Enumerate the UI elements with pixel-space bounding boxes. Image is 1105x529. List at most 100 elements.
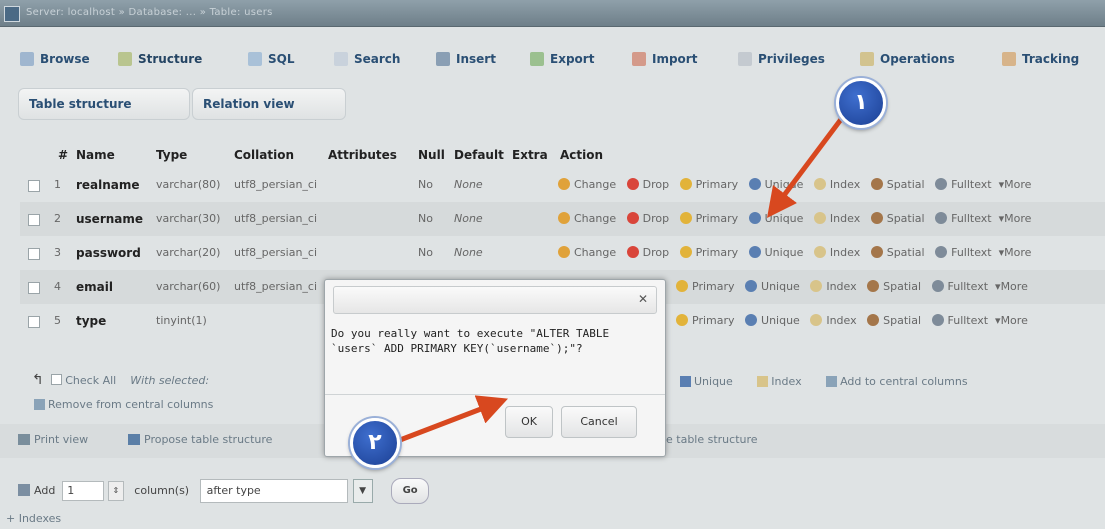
- change-link[interactable]: Change: [558, 178, 616, 191]
- col-header-type[interactable]: Type: [156, 142, 187, 168]
- col-header-collation[interactable]: Collation: [234, 142, 294, 168]
- unique-link[interactable]: Unique: [748, 212, 803, 225]
- tab-insert[interactable]: Insert: [436, 44, 496, 74]
- primary-link[interactable]: Primary: [676, 314, 735, 327]
- tab-export[interactable]: Export: [530, 44, 594, 74]
- index-link[interactable]: Index: [813, 246, 860, 259]
- tab-structure[interactable]: Structure: [118, 44, 202, 74]
- spatial-link[interactable]: Spatial: [870, 212, 925, 225]
- drop-link[interactable]: Drop: [626, 212, 669, 225]
- unique-link[interactable]: Unique: [745, 280, 800, 293]
- more-dropdown[interactable]: ▾More: [999, 212, 1032, 225]
- ok-button[interactable]: OK: [505, 406, 553, 438]
- go-button[interactable]: Go: [391, 478, 430, 504]
- change-link[interactable]: Change: [558, 246, 616, 259]
- app-icon: [4, 6, 20, 22]
- tab-import[interactable]: Import: [632, 44, 697, 74]
- index-icon: [813, 246, 826, 258]
- unique-icon: [745, 280, 758, 292]
- cancel-button[interactable]: Cancel: [561, 406, 637, 438]
- subtab-relation-view[interactable]: Relation view: [192, 88, 346, 120]
- key-icon: [676, 280, 688, 292]
- unique-icon: [748, 178, 761, 190]
- close-icon[interactable]: ✕: [638, 292, 648, 306]
- drop-link[interactable]: Drop: [626, 178, 669, 191]
- col-header-default[interactable]: Default: [454, 142, 504, 168]
- tab-label: Browse: [40, 52, 90, 66]
- move-structure-link[interactable]: e table structure: [666, 433, 1105, 446]
- fulltext-icon: [935, 178, 948, 190]
- indexes-toggle[interactable]: + Indexes: [6, 512, 1105, 525]
- add-count-input[interactable]: 1: [62, 481, 105, 501]
- spatial-link[interactable]: Spatial: [870, 246, 925, 259]
- subtab-label: Table structure: [29, 97, 132, 111]
- tab-browse[interactable]: Browse: [20, 44, 90, 74]
- index-link[interactable]: Index: [813, 212, 860, 225]
- unique-link[interactable]: Unique: [748, 178, 803, 191]
- drop-link[interactable]: Drop: [626, 246, 669, 259]
- row-checkbox[interactable]: [28, 248, 40, 260]
- tab-search[interactable]: Search: [334, 44, 400, 74]
- fulltext-link[interactable]: Fulltext: [935, 178, 992, 191]
- check-all-label[interactable]: Check All: [65, 374, 116, 387]
- unique-link[interactable]: Unique: [748, 246, 803, 259]
- col-header-num: #: [58, 148, 69, 162]
- fulltext-link[interactable]: Fulltext: [935, 212, 992, 225]
- row-actions: Primary Unique Index Spatial Fulltext ▾M…: [676, 270, 1028, 304]
- column-null: No: [418, 178, 433, 191]
- structure-icon: [118, 52, 132, 66]
- column-name: username: [76, 212, 144, 226]
- row-checkbox[interactable]: [28, 316, 40, 328]
- tab-tracking[interactable]: Tracking: [1002, 44, 1079, 74]
- more-dropdown[interactable]: ▾More: [995, 314, 1028, 327]
- more-dropdown[interactable]: ▾More: [995, 280, 1028, 293]
- row-number: 4: [54, 280, 61, 293]
- tab-label: Import: [652, 52, 698, 66]
- fulltext-icon: [931, 314, 944, 326]
- drop-icon: [626, 212, 639, 224]
- add-columns-row: Add 1 ⇕ column(s) after type ▼ Go: [18, 478, 1105, 504]
- with-selected-label: With selected:: [130, 374, 210, 387]
- index-link[interactable]: Index: [813, 178, 860, 191]
- bulk-unique-link[interactable]: Unique: [680, 375, 733, 388]
- table-row: 3 password varchar(20) utf8_persian_ci N…: [20, 236, 1105, 270]
- index-link[interactable]: Index: [810, 280, 857, 293]
- row-checkbox[interactable]: [28, 180, 40, 192]
- fulltext-link[interactable]: Fulltext: [931, 314, 988, 327]
- fulltext-link[interactable]: Fulltext: [931, 280, 988, 293]
- col-header-attributes[interactable]: Attributes: [328, 142, 397, 168]
- spatial-link[interactable]: Spatial: [867, 280, 921, 293]
- unique-link[interactable]: Unique: [745, 314, 800, 327]
- row-actions: Change Drop Primary Unique Index Spatial…: [558, 236, 1031, 270]
- primary-link[interactable]: Primary: [679, 178, 738, 191]
- primary-link[interactable]: Primary: [679, 246, 738, 259]
- check-all-checkbox[interactable]: [50, 374, 62, 385]
- add-central-columns-link[interactable]: Add to central columns: [826, 375, 968, 388]
- col-header-extra[interactable]: Extra: [512, 142, 548, 168]
- spatial-link[interactable]: Spatial: [870, 178, 925, 191]
- position-select[interactable]: after type ▼: [199, 479, 373, 503]
- unique-icon: [748, 212, 761, 224]
- column-collation: utf8_persian_ci: [234, 178, 318, 191]
- tab-sql[interactable]: SQL: [248, 44, 295, 74]
- spatial-link[interactable]: Spatial: [867, 314, 921, 327]
- tab-privileges[interactable]: Privileges: [738, 44, 825, 74]
- column-type: varchar(80): [156, 178, 221, 191]
- col-header-null[interactable]: Null: [418, 142, 445, 168]
- subtab-table-structure[interactable]: Table structure: [18, 88, 190, 120]
- bulk-index-link[interactable]: Index: [757, 375, 802, 388]
- index-link[interactable]: Index: [810, 314, 857, 327]
- row-checkbox[interactable]: [28, 282, 40, 294]
- col-header-name[interactable]: Name: [76, 142, 115, 168]
- index-icon: [813, 212, 826, 224]
- unique-icon: [748, 246, 761, 258]
- row-checkbox[interactable]: [28, 214, 40, 226]
- more-dropdown[interactable]: ▾More: [999, 178, 1032, 191]
- primary-link[interactable]: Primary: [679, 212, 738, 225]
- primary-link[interactable]: Primary: [676, 280, 735, 293]
- add-count-spinner[interactable]: ⇕: [107, 481, 124, 501]
- change-link[interactable]: Change: [558, 212, 616, 225]
- more-dropdown[interactable]: ▾More: [999, 246, 1032, 259]
- fulltext-link[interactable]: Fulltext: [935, 246, 992, 259]
- tab-operations[interactable]: Operations: [860, 44, 955, 74]
